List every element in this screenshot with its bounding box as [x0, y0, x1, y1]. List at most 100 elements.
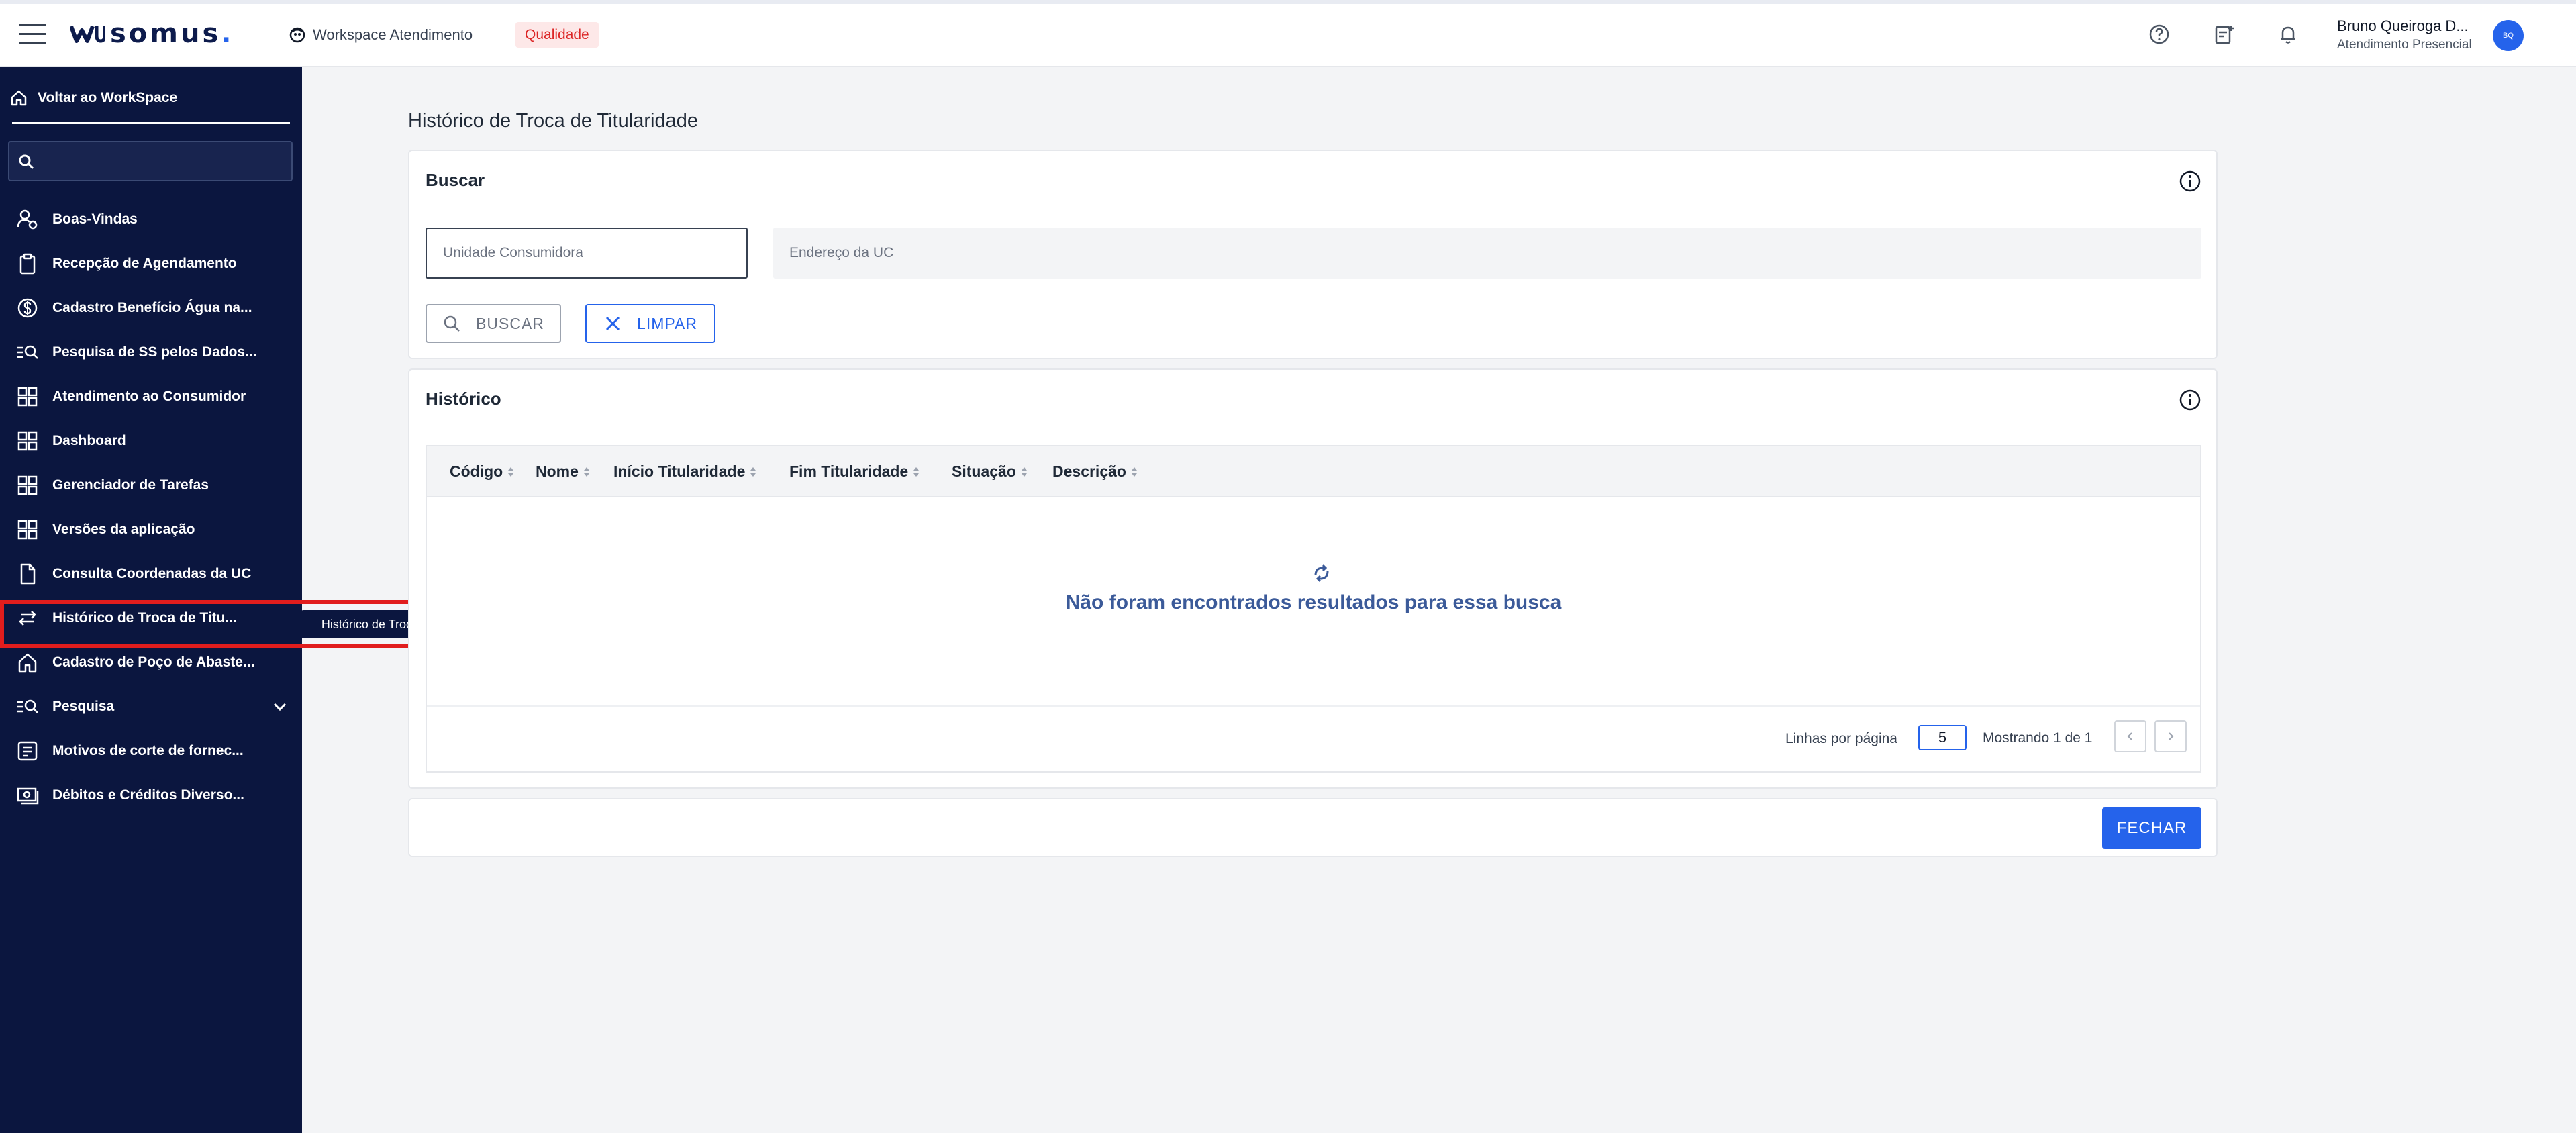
uc-input[interactable] — [427, 229, 746, 277]
history-card: Histórico Código Nome Início Titularidad… — [408, 368, 2218, 789]
user-info[interactable]: Bruno Queiroga D... Atendimento Presenci… — [2337, 17, 2472, 52]
column-header-inicio-titularidade[interactable]: Início Titularidade — [613, 462, 757, 481]
sidebar-item-label: Dashboard — [52, 433, 126, 448]
sort-icon — [1021, 466, 1027, 477]
sidebar-item-label: Motivos de corte de fornec... — [52, 743, 244, 758]
sort-icon — [1131, 466, 1137, 477]
table-footer-divider — [427, 705, 2200, 707]
page-title: Histórico de Troca de Titularidade — [408, 110, 698, 132]
sidebar-item-cadastro-beneficio[interactable]: Cadastro Benefício Água na... — [0, 286, 302, 330]
grid-icon — [16, 518, 39, 541]
quality-badge: Qualidade — [515, 22, 599, 48]
search-button[interactable]: BUSCAR — [426, 304, 561, 343]
search-card-title: Buscar — [426, 170, 485, 190]
address-field[interactable] — [773, 228, 2201, 279]
no-results-icon — [1310, 562, 1333, 585]
grid-icon — [16, 430, 39, 452]
sidebar-item-label: Cadastro Benefício Água na... — [52, 300, 252, 315]
menu-icon[interactable] — [19, 24, 46, 44]
sidebar-item-label: Versões da aplicação — [52, 522, 195, 537]
info-icon[interactable] — [2179, 389, 2201, 411]
column-header-nome[interactable]: Nome — [536, 462, 591, 481]
search-icon — [17, 153, 35, 170]
previous-page-button[interactable] — [2114, 720, 2146, 752]
user-name: Bruno Queiroga D... — [2337, 17, 2469, 34]
top-header: somus. Workspace Atendimento Qualidade B… — [0, 0, 2576, 67]
bell-icon[interactable] — [2277, 23, 2299, 46]
info-icon[interactable] — [2179, 170, 2201, 193]
address-input[interactable] — [773, 228, 2201, 279]
home-icon — [9, 89, 28, 107]
sort-icon — [750, 466, 756, 477]
list-search-icon — [16, 695, 39, 718]
sidebar-item-label: Pesquisa — [52, 699, 115, 714]
somus-logo[interactable]: somus. — [70, 18, 234, 49]
column-header-fim-titularidade[interactable]: Fim Titularidade — [789, 462, 920, 481]
sidebar-item-debitos-creditos[interactable]: Débitos e Créditos Diverso... — [0, 773, 302, 818]
chevron-left-icon — [2127, 732, 2132, 740]
home-icon — [16, 651, 39, 674]
sidebar-item-recepcao-agendamento[interactable]: Recepção de Agendamento — [0, 242, 302, 286]
user-welcome-icon — [16, 208, 39, 231]
sidebar-item-label: Cadastro de Poço de Abaste... — [52, 654, 255, 670]
next-page-button[interactable] — [2154, 720, 2187, 752]
sidebar-item-label: Débitos e Créditos Diverso... — [52, 787, 244, 803]
chevron-down-icon[interactable] — [271, 698, 289, 716]
sidebar-item-pesquisa-ss[interactable]: Pesquisa de SS pelos Dados... — [0, 330, 302, 375]
notes-icon — [16, 740, 39, 762]
column-header-codigo[interactable]: Código — [450, 462, 515, 481]
sidebar-item-dashboard[interactable]: Dashboard — [0, 419, 302, 463]
workspace-icon — [289, 26, 306, 44]
sidebar-search-input[interactable] — [43, 148, 287, 176]
clear-button[interactable]: LIMPAR — [585, 304, 715, 343]
back-label: Voltar ao WorkSpace — [38, 90, 178, 105]
sidebar-item-label: Atendimento ao Consumidor — [52, 389, 246, 404]
history-card-title: Histórico — [426, 389, 501, 409]
sidebar-item-label: Boas-Vindas — [52, 211, 138, 227]
clipboard-icon — [16, 252, 39, 275]
money-icon — [16, 784, 39, 807]
notes-icon[interactable] — [2212, 23, 2235, 46]
sidebar-search[interactable] — [8, 141, 293, 181]
help-icon[interactable] — [2148, 23, 2171, 46]
back-to-workspace-link[interactable]: Voltar ao WorkSpace — [9, 85, 177, 111]
grid-icon — [16, 385, 39, 408]
dollar-icon — [16, 297, 39, 319]
chevron-right-icon — [2169, 732, 2174, 740]
uc-field[interactable] — [426, 228, 748, 279]
sidebar-item-consulta-coordenadas[interactable]: Consulta Coordenadas da UC — [0, 552, 302, 596]
list-search-icon — [16, 341, 39, 364]
sidebar-item-atendimento-consumidor[interactable]: Atendimento ao Consumidor — [0, 375, 302, 419]
clear-button-label: LIMPAR — [637, 314, 697, 332]
document-icon — [16, 562, 39, 585]
sidebar-item-label: Gerenciador de Tarefas — [52, 477, 209, 493]
history-table: Código Nome Início Titularidade Fim Titu… — [426, 445, 2201, 773]
user-role: Atendimento Presencial — [2337, 38, 2472, 52]
column-header-descricao[interactable]: Descrição — [1052, 462, 1138, 481]
close-button[interactable]: FECHAR — [2102, 807, 2201, 849]
sidebar-item-label: Recepção de Agendamento — [52, 256, 237, 271]
sidebar-item-label: Consulta Coordenadas da UC — [52, 566, 252, 581]
sidebar-item-label: Pesquisa de SS pelos Dados... — [52, 344, 257, 360]
empty-message: Não foram encontrados resultados para es… — [1065, 591, 1562, 613]
column-header-situacao[interactable]: Situação — [952, 462, 1028, 481]
somus-logo-mark-icon — [70, 25, 105, 43]
avatar[interactable]: BQ — [2493, 20, 2524, 51]
sidebar-item-motivos-corte[interactable]: Motivos de corte de fornec... — [0, 729, 302, 773]
sidebar-item-pesquisa[interactable]: Pesquisa — [0, 685, 302, 729]
actions-card: FECHAR — [408, 798, 2218, 857]
sort-icon — [913, 466, 920, 477]
sidebar-item-versoes-aplicacao[interactable]: Versões da aplicação — [0, 507, 302, 552]
pagination-status: Mostrando 1 de 1 — [1983, 730, 2093, 746]
rows-per-page-select[interactable]: 5 — [1918, 725, 1967, 750]
search-icon — [442, 314, 461, 333]
workspace-label: Workspace Atendimento — [313, 26, 473, 43]
sort-icon — [508, 466, 514, 477]
header-top-line — [0, 0, 2576, 4]
sidebar-item-boas-vindas[interactable]: Boas-Vindas — [0, 197, 302, 242]
close-icon — [603, 314, 622, 333]
sort-icon — [583, 466, 589, 477]
search-card: Buscar BUSCAR LIMPAR — [408, 150, 2218, 359]
workspace-selector[interactable]: Workspace Atendimento — [289, 21, 473, 48]
sidebar-item-gerenciador-tarefas[interactable]: Gerenciador de Tarefas — [0, 463, 302, 507]
